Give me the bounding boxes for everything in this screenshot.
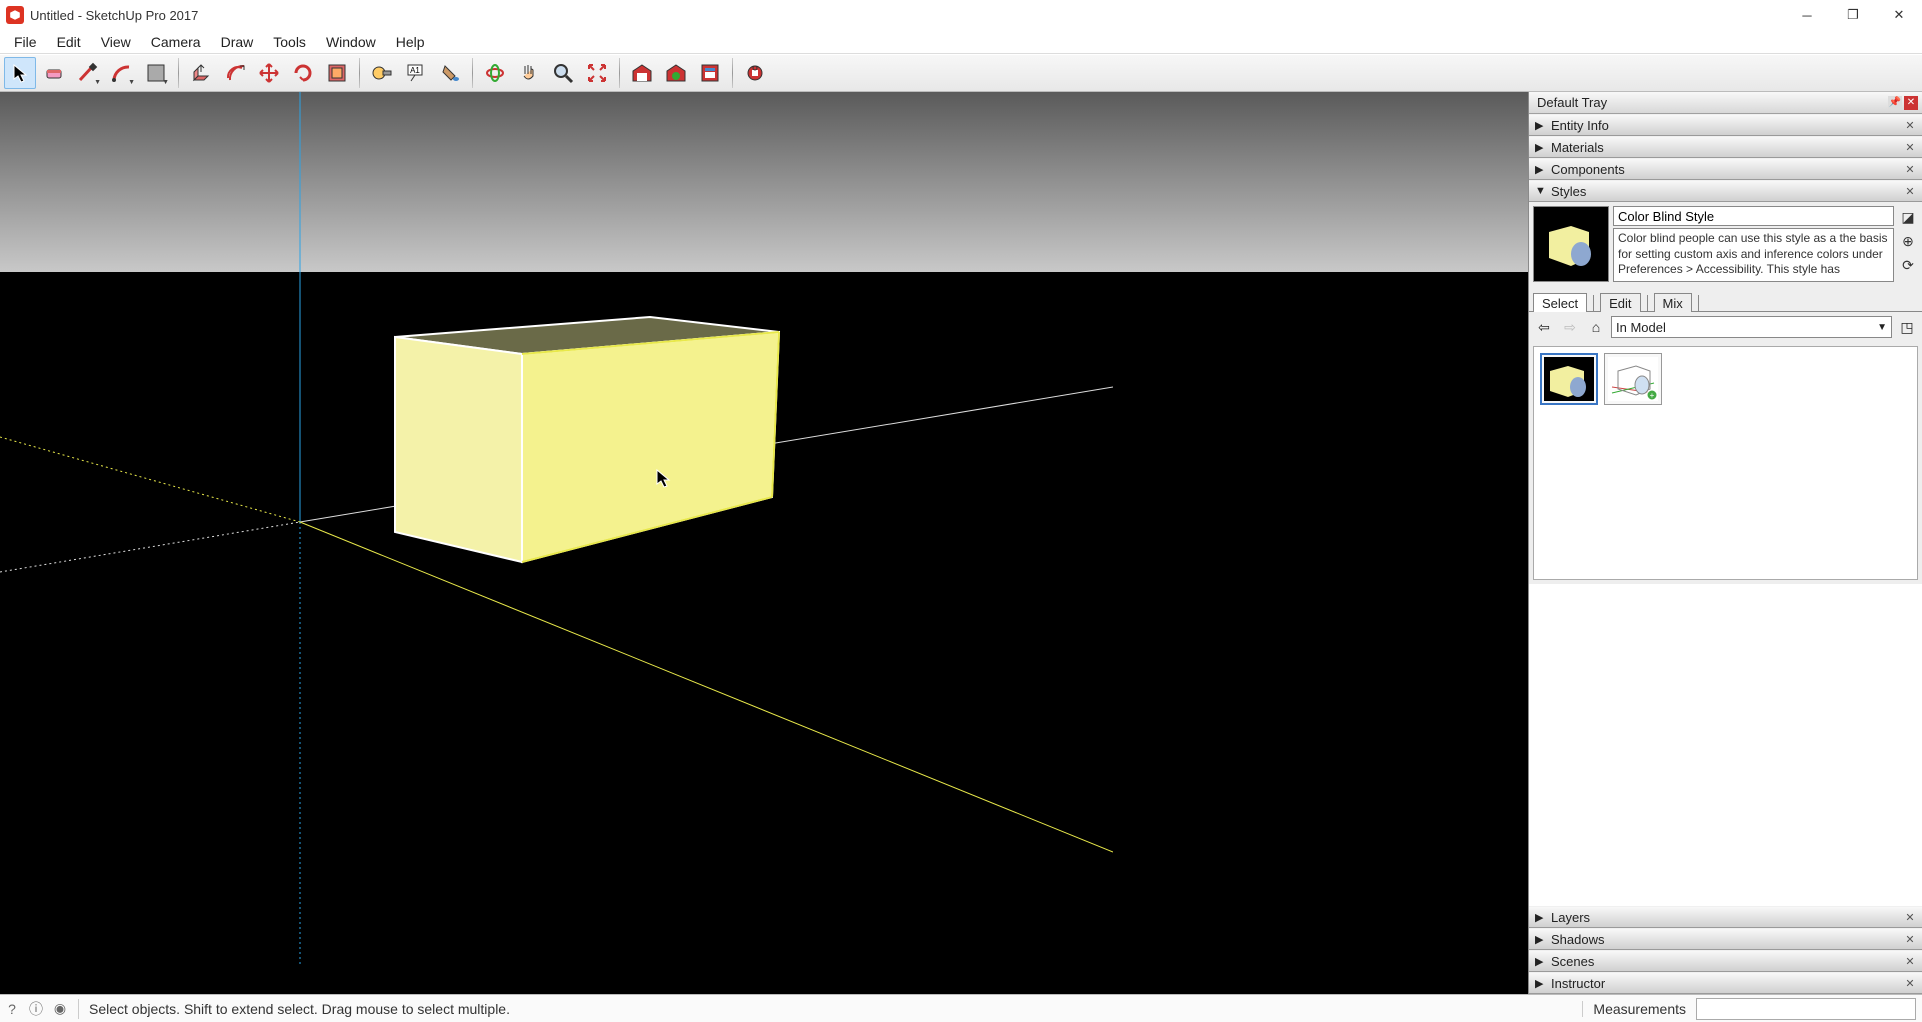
chevron-down-icon: ▼ xyxy=(1877,322,1887,333)
nav-forward-icon[interactable]: ⇨ xyxy=(1559,316,1581,338)
style-collection-label: In Model xyxy=(1616,320,1666,335)
panel-styles-body: Color blind people can use this style as… xyxy=(1529,202,1922,584)
svg-text:+: + xyxy=(1650,391,1655,400)
panel-close-icon[interactable]: ✕ xyxy=(1902,141,1918,154)
tool-paint[interactable] xyxy=(434,57,466,89)
tray-header[interactable]: Default Tray 📌 ✕ xyxy=(1529,92,1922,114)
panel-header-components[interactable]: ▶Components✕ xyxy=(1529,158,1922,180)
tool-extensions[interactable] xyxy=(739,57,771,89)
style-thumb-2[interactable]: + xyxy=(1604,353,1662,405)
statusbar: ? ⓘ ◉ Select objects. Shift to extend se… xyxy=(0,994,1922,1022)
panel-header-materials[interactable]: ▶Materials✕ xyxy=(1529,136,1922,158)
style-tab-mix[interactable]: Mix xyxy=(1654,293,1692,312)
tool-select[interactable] xyxy=(4,57,36,89)
menubar: FileEditViewCameraDrawToolsWindowHelp xyxy=(0,30,1922,54)
toolbar: ▼▼▼A1 xyxy=(0,54,1922,92)
style-preview-thumbnail[interactable] xyxy=(1533,206,1609,282)
minimize-button[interactable]: ─ xyxy=(1784,0,1830,30)
panel-close-icon[interactable]: ✕ xyxy=(1902,163,1918,176)
tool-scale[interactable] xyxy=(321,57,353,89)
info-icon[interactable]: ⓘ xyxy=(24,999,48,1019)
tool-arcs[interactable]: ▼ xyxy=(106,57,138,89)
tool-layout[interactable] xyxy=(694,57,726,89)
style-description: Color blind people can use this style as… xyxy=(1613,228,1894,282)
pin-icon[interactable]: 📌 xyxy=(1888,96,1902,110)
default-tray: Default Tray 📌 ✕ ▶Entity Info✕▶Materials… xyxy=(1528,92,1922,994)
tool-shapes[interactable]: ▼ xyxy=(140,57,172,89)
tool-tape[interactable] xyxy=(366,57,398,89)
tool-pushpull[interactable] xyxy=(185,57,217,89)
menu-window[interactable]: Window xyxy=(316,32,386,52)
panel-close-icon[interactable]: ✕ xyxy=(1902,977,1918,990)
panel-close-icon[interactable]: ✕ xyxy=(1902,119,1918,132)
panel-close-icon[interactable]: ✕ xyxy=(1902,955,1918,968)
viewport-3d[interactable] xyxy=(0,92,1528,994)
tool-ext-warehouse[interactable] xyxy=(660,57,692,89)
panel-close-icon[interactable]: ✕ xyxy=(1902,185,1918,198)
menu-tools[interactable]: Tools xyxy=(263,32,316,52)
app-icon xyxy=(6,6,24,24)
close-tray-icon[interactable]: ✕ xyxy=(1904,96,1918,110)
status-text: Select objects. Shift to extend select. … xyxy=(85,1001,1582,1017)
measurements-label: Measurements xyxy=(1582,1001,1696,1017)
panel-header-entity-info[interactable]: ▶Entity Info✕ xyxy=(1529,114,1922,136)
user-icon[interactable]: ◉ xyxy=(48,1000,72,1017)
tool-text[interactable]: A1 xyxy=(400,57,432,89)
style-update-icon[interactable]: ⟳ xyxy=(1899,256,1917,274)
titlebar: Untitled - SketchUp Pro 2017 ─ ❐ ✕ xyxy=(0,0,1922,30)
menu-help[interactable]: Help xyxy=(386,32,435,52)
style-name-field[interactable] xyxy=(1613,206,1894,226)
menu-draw[interactable]: Draw xyxy=(211,32,264,52)
measurements-field[interactable] xyxy=(1696,998,1916,1020)
nav-back-icon[interactable]: ⇦ xyxy=(1533,316,1555,338)
tool-pan[interactable] xyxy=(513,57,545,89)
tool-zoom[interactable] xyxy=(547,57,579,89)
style-details-icon[interactable]: ◳ xyxy=(1896,316,1918,338)
window-title: Untitled - SketchUp Pro 2017 xyxy=(30,8,198,23)
menu-camera[interactable]: Camera xyxy=(141,32,211,52)
tool-rotate[interactable] xyxy=(287,57,319,89)
tray-title: Default Tray xyxy=(1537,95,1886,110)
tool-lines[interactable]: ▼ xyxy=(72,57,104,89)
panel-header-scenes[interactable]: ▶Scenes✕ xyxy=(1529,950,1922,972)
panel-close-icon[interactable]: ✕ xyxy=(1902,933,1918,946)
style-tab-select[interactable]: Select xyxy=(1533,293,1587,312)
panel-close-icon[interactable]: ✕ xyxy=(1902,911,1918,924)
menu-view[interactable]: View xyxy=(91,32,141,52)
panel-header-instructor[interactable]: ▶Instructor✕ xyxy=(1529,972,1922,994)
style-display-options-icon[interactable]: ◪ xyxy=(1899,208,1917,226)
tool-warehouse[interactable] xyxy=(626,57,658,89)
panel-header-styles[interactable]: ▼Styles✕ xyxy=(1529,180,1922,202)
tool-zoom-extents[interactable] xyxy=(581,57,613,89)
tray-spacer xyxy=(1529,584,1922,906)
menu-edit[interactable]: Edit xyxy=(47,32,91,52)
tool-eraser[interactable] xyxy=(38,57,70,89)
nav-home-icon[interactable]: ⌂ xyxy=(1585,316,1607,338)
tool-orbit[interactable] xyxy=(479,57,511,89)
panel-header-layers[interactable]: ▶Layers✕ xyxy=(1529,906,1922,928)
help-icon[interactable]: ? xyxy=(0,1001,24,1017)
style-create-icon[interactable]: ⊕ xyxy=(1899,232,1917,250)
close-button[interactable]: ✕ xyxy=(1876,0,1922,30)
tool-offset[interactable] xyxy=(219,57,251,89)
style-thumb-1[interactable] xyxy=(1540,353,1598,405)
panel-header-shadows[interactable]: ▶Shadows✕ xyxy=(1529,928,1922,950)
maximize-button[interactable]: ❐ xyxy=(1830,0,1876,30)
style-tab-edit[interactable]: Edit xyxy=(1600,293,1640,312)
tool-move[interactable] xyxy=(253,57,285,89)
svg-text:A1: A1 xyxy=(410,66,420,75)
style-collection-select[interactable]: In Model ▼ xyxy=(1611,316,1892,338)
menu-file[interactable]: File xyxy=(4,32,47,52)
style-thumbnails: + xyxy=(1533,346,1918,580)
